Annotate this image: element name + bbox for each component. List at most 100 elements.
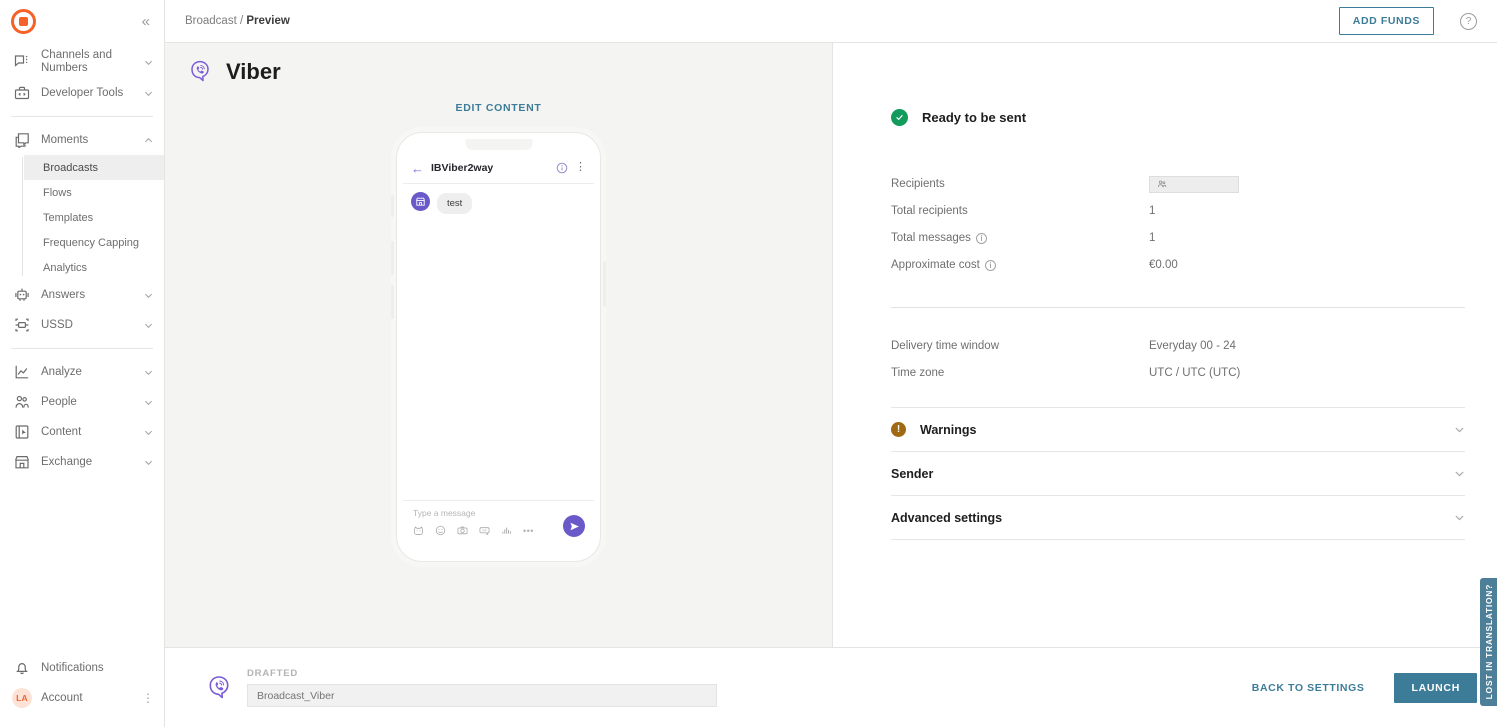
- chevron-up-icon[interactable]: [142, 136, 154, 145]
- chevron-down-icon[interactable]: [142, 58, 154, 67]
- accordion-sender[interactable]: Sender: [891, 452, 1465, 496]
- sidebar-item-developer-tools[interactable]: Developer Tools: [0, 78, 164, 108]
- sidebar-item-account[interactable]: LA Account ⋮: [0, 683, 164, 713]
- row-delivery-time-window: Delivery time window Everyday 00 - 24: [891, 334, 1465, 358]
- status-badge: Ready to be sent: [922, 110, 1027, 125]
- send-paper-plane-icon[interactable]: [563, 515, 585, 537]
- launch-button[interactable]: LAUNCH: [1394, 672, 1477, 703]
- chevron-down-icon[interactable]: [1454, 468, 1465, 479]
- accordion-advanced-settings[interactable]: Advanced settings: [891, 496, 1465, 540]
- broadcast-name-input[interactable]: [247, 684, 717, 707]
- more-dots-icon[interactable]: •••: [523, 526, 534, 536]
- sidebar-item-label: Developer Tools: [41, 86, 124, 99]
- row-total-messages: Total messages i 1: [891, 226, 1465, 250]
- moments-submenu: Broadcasts Flows Templates Frequency Cap…: [0, 155, 164, 280]
- sidebar-item-label: Content: [41, 425, 82, 438]
- breadcrumb-root[interactable]: Broadcast: [185, 15, 237, 27]
- row-value: €0.00: [1149, 259, 1178, 271]
- chat-tools: GIF •••: [413, 515, 585, 537]
- sidebar-item-people[interactable]: People: [0, 387, 164, 417]
- main-area: Broadcast / Preview ADD FUNDS ? Viber ED…: [165, 0, 1497, 727]
- broadcast-name-field-wrap: DRAFTED: [247, 668, 717, 707]
- chat-body: test: [403, 184, 594, 501]
- sidebar-subitem-label: Broadcasts: [43, 161, 99, 174]
- question-mark-circle-icon[interactable]: ?: [1460, 12, 1477, 30]
- chevron-down-icon[interactable]: [142, 398, 154, 407]
- chat-header: ← IBViber2way ⋮: [403, 153, 594, 184]
- info-circle-icon[interactable]: i: [975, 232, 987, 244]
- emoji-icon[interactable]: [435, 525, 446, 536]
- nav-group-1: Channels and Numbers Developer Tools: [0, 46, 164, 108]
- sidebar-item-analyze[interactable]: Analyze: [0, 357, 164, 387]
- chevron-down-icon[interactable]: [142, 428, 154, 437]
- chevron-down-icon[interactable]: [142, 291, 154, 300]
- top-bar-actions: ADD FUNDS ?: [1338, 7, 1477, 35]
- phone-button-volume-up: [391, 241, 394, 275]
- chevron-down-icon[interactable]: [1454, 512, 1465, 523]
- sidebar-item-channels-and-numbers[interactable]: Channels and Numbers: [0, 46, 164, 78]
- sidebar-item-templates[interactable]: Templates: [24, 205, 164, 230]
- chat-input-bar: Type a message GIF •••: [403, 501, 594, 555]
- layers-icon: [12, 130, 32, 150]
- row-label: Total messages i: [891, 232, 1149, 244]
- sidebar-item-ussd[interactable]: USSD: [0, 310, 164, 340]
- chat-numbers-icon: [12, 52, 32, 72]
- accordion-warnings[interactable]: ! Warnings: [891, 408, 1465, 452]
- viber-logo-icon: [205, 674, 233, 702]
- row-value: UTC / UTC (UTC): [1149, 367, 1241, 379]
- sidebar-item-broadcasts[interactable]: Broadcasts: [24, 155, 164, 180]
- info-circle-icon[interactable]: i: [984, 259, 996, 271]
- phone-button-silent: [391, 195, 394, 217]
- sticker-icon[interactable]: [413, 525, 424, 536]
- accordion-header: Sender: [891, 467, 933, 481]
- sidebar-item-moments[interactable]: Moments: [0, 125, 164, 155]
- info-circle-icon[interactable]: [556, 162, 568, 174]
- settings-pane: Ready to be sent Recipients Total recipi…: [833, 43, 1497, 647]
- recipients-chip[interactable]: [1149, 175, 1239, 193]
- chevron-down-icon[interactable]: [142, 458, 154, 467]
- content-icon: [12, 422, 32, 442]
- row-label-text: Approximate cost: [891, 259, 980, 271]
- target-logo-icon[interactable]: [11, 9, 36, 34]
- nav-group-3: Analyze People Content Exchange: [0, 357, 164, 477]
- chevron-down-icon[interactable]: [142, 368, 154, 377]
- chevron-down-icon[interactable]: [142, 321, 154, 330]
- sidebar-item-content[interactable]: Content: [0, 417, 164, 447]
- lost-in-translation-tab[interactable]: LOST IN TRANSLATION?: [1480, 578, 1497, 706]
- edit-content-button[interactable]: EDIT CONTENT: [165, 102, 832, 114]
- divider: [11, 348, 153, 349]
- ussd-icon: [12, 315, 32, 335]
- sidebar-item-flows[interactable]: Flows: [24, 180, 164, 205]
- kebab-menu-icon[interactable]: ⋮: [142, 692, 154, 704]
- status-row: Ready to be sent: [891, 109, 1465, 126]
- sidebar-item-label: Moments: [41, 133, 89, 146]
- lost-in-translation-label: LOST IN TRANSLATION?: [1483, 584, 1494, 700]
- gif-icon[interactable]: GIF: [479, 525, 490, 536]
- row-label: Delivery time window: [891, 340, 1000, 352]
- audio-waveform-icon[interactable]: [501, 525, 512, 536]
- sidebar-item-analytics[interactable]: Analytics: [24, 255, 164, 280]
- arrow-left-icon[interactable]: ←: [411, 162, 424, 175]
- row-label: Recipients: [891, 178, 945, 190]
- phone-button-volume-down: [391, 285, 394, 319]
- breadcrumb: Broadcast / Preview: [185, 15, 290, 27]
- sidebar-item-notifications[interactable]: Notifications: [0, 653, 164, 683]
- group-people-icon: [1149, 175, 1239, 193]
- row-label: Total recipients: [891, 205, 968, 217]
- sidebar-item-exchange[interactable]: Exchange: [0, 447, 164, 477]
- chevron-down-icon[interactable]: [1454, 424, 1465, 435]
- chevron-down-icon[interactable]: [142, 89, 154, 98]
- sidebar-header: «: [0, 0, 164, 43]
- row-approximate-cost: Approximate cost i €0.00: [891, 253, 1465, 277]
- chat-input-placeholder[interactable]: Type a message: [413, 508, 584, 518]
- chevron-double-left-icon[interactable]: «: [138, 12, 152, 31]
- channel-header: Viber: [165, 43, 832, 85]
- avatar-initials: LA: [12, 688, 32, 708]
- row-value: 1: [1149, 205, 1156, 217]
- back-to-settings-button[interactable]: BACK TO SETTINGS: [1252, 682, 1365, 694]
- sidebar-item-frequency-capping[interactable]: Frequency Capping: [24, 230, 164, 255]
- camera-icon[interactable]: [457, 525, 468, 536]
- sidebar-item-answers[interactable]: Answers: [0, 280, 164, 310]
- add-funds-button[interactable]: ADD FUNDS: [1338, 7, 1434, 35]
- kebab-menu-icon[interactable]: ⋮: [575, 162, 586, 173]
